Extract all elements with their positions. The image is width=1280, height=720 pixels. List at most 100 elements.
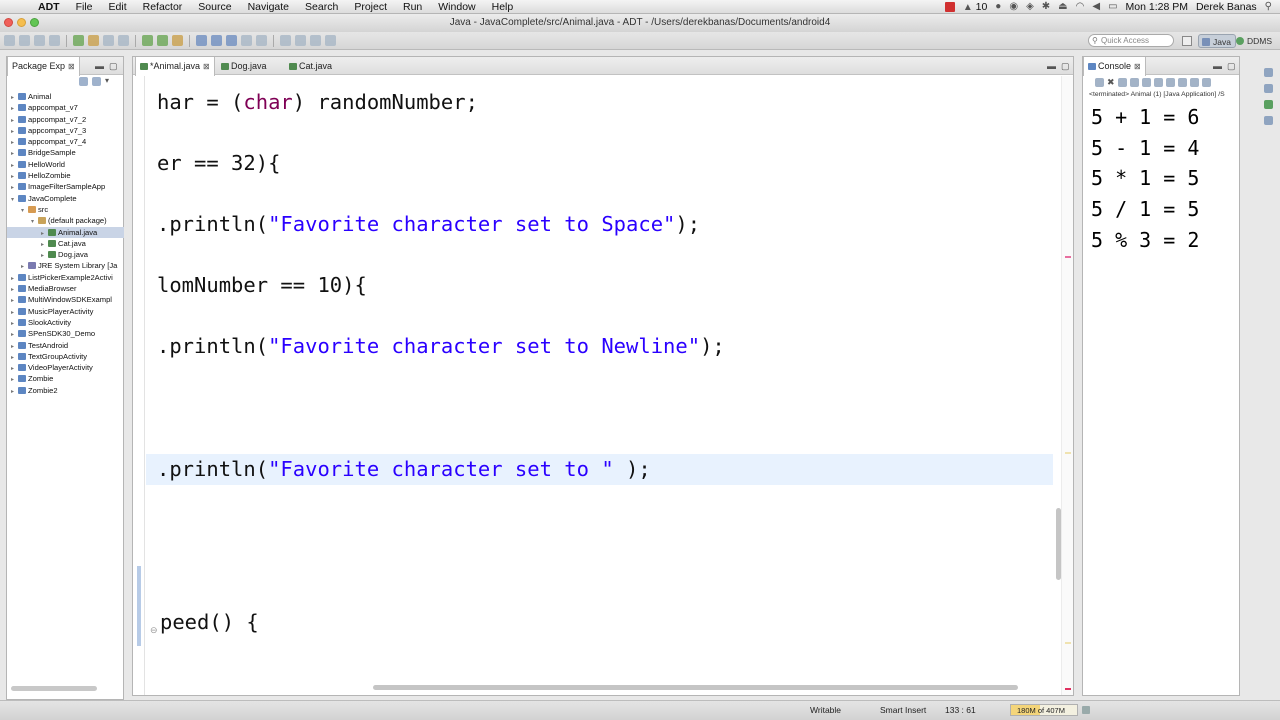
avd-manager-icon[interactable] (88, 35, 99, 46)
close-icon[interactable]: ⊠ (68, 62, 75, 71)
outline-view-icon[interactable] (1263, 84, 1273, 93)
expand-arrow-closed-icon[interactable]: ▸ (11, 183, 18, 192)
tree-item[interactable]: ▸ Cat.java (7, 238, 124, 249)
menu-window[interactable]: Window (430, 0, 483, 14)
menu-help[interactable]: Help (484, 0, 522, 14)
horizontal-scrollbar[interactable] (11, 686, 97, 691)
tree-item[interactable]: ▸ Zombie (7, 373, 124, 384)
scroll-lock-icon[interactable] (1141, 78, 1151, 87)
tree-item[interactable]: ▸ Zombie2 (7, 385, 124, 396)
run-icon[interactable] (157, 35, 168, 46)
code-line[interactable]: lomNumber == 10){ (157, 273, 367, 297)
tree-item[interactable]: ▸ SlookActivity (7, 317, 124, 328)
status-icon-4[interactable]: ✱ (1042, 1, 1050, 12)
tree-item[interactable]: ▸ appcompat_v7 (7, 102, 124, 113)
terminate-icon[interactable] (1095, 78, 1104, 87)
expand-arrow-closed-icon[interactable]: ▸ (11, 161, 18, 170)
maximize-view-icon[interactable]: ▢ (109, 61, 118, 72)
view-menu-icon[interactable] (1201, 78, 1211, 87)
menu-refactor[interactable]: Refactor (135, 0, 191, 14)
remove-all-terminated-icon[interactable] (1117, 78, 1127, 87)
expand-arrow-closed-icon[interactable]: ▸ (11, 93, 18, 102)
perspective-ddms-button[interactable]: DDMS (1233, 34, 1276, 48)
expand-arrow-closed-icon[interactable]: ▸ (11, 319, 18, 328)
tab-dog-java[interactable]: Dog.java (217, 57, 271, 75)
tab-console[interactable]: Console ⊠ (1083, 57, 1146, 76)
expand-arrow-open-icon[interactable]: ▾ (11, 195, 18, 204)
window-zoom-button[interactable] (30, 18, 39, 27)
window-close-button[interactable] (4, 18, 13, 27)
wifi-icon[interactable]: ◠ (1076, 1, 1085, 12)
expand-arrow-closed-icon[interactable]: ▸ (11, 274, 18, 283)
new-class-icon[interactable] (226, 35, 237, 46)
run-garbage-collector-icon[interactable] (1082, 706, 1090, 714)
tab-cat-java[interactable]: Cat.java (285, 57, 336, 75)
menubar-user[interactable]: Derek Banas (1196, 1, 1257, 13)
expand-arrow-closed-icon[interactable]: ▸ (11, 149, 18, 158)
menu-project[interactable]: Project (346, 0, 395, 14)
search-toolbar-icon[interactable] (256, 35, 267, 46)
menu-app-name[interactable]: ADT (30, 0, 68, 14)
tree-item[interactable]: ▸ TestAndroid (7, 340, 124, 351)
expand-arrow-open-icon[interactable]: ▾ (21, 206, 28, 215)
menu-search[interactable]: Search (297, 0, 346, 14)
heap-status[interactable]: 180M of 407M (1010, 704, 1078, 716)
tree-item[interactable]: ▸ Animal (7, 91, 124, 102)
collapse-all-icon[interactable] (79, 77, 88, 86)
code-line[interactable]: .println("Favorite character set to Spac… (157, 212, 700, 236)
code-line[interactable]: er == 32){ (157, 151, 280, 175)
debug-icon[interactable] (142, 35, 153, 46)
pin-console-icon[interactable] (1165, 78, 1175, 87)
new-package-icon[interactable] (211, 35, 222, 46)
maximize-view-icon[interactable]: ▢ (1061, 61, 1070, 72)
tree-item[interactable]: ▸ ImageFilterSampleApp (7, 181, 124, 192)
new-android-project-icon[interactable] (118, 35, 129, 46)
tab-package-explorer[interactable]: Package Exp ⊠ (7, 57, 80, 76)
expand-arrow-closed-icon[interactable]: ▸ (11, 387, 18, 396)
tree-item[interactable]: ▸ BridgeSample (7, 147, 124, 158)
minimize-view-icon[interactable]: ▬ (95, 61, 104, 71)
tree-item[interactable]: ▸ ListPickerExample2Activi (7, 272, 124, 283)
save-all-icon[interactable] (34, 35, 45, 46)
tree-item[interactable]: ▾ src (7, 204, 124, 215)
window-minimize-button[interactable] (17, 18, 26, 27)
expand-arrow-closed-icon[interactable]: ▸ (41, 251, 48, 260)
tree-item[interactable]: ▸ MultiWindowSDKExampl (7, 294, 124, 305)
expand-arrow-closed-icon[interactable]: ▸ (11, 138, 18, 147)
view-menu-icon[interactable]: ▾ (105, 77, 114, 86)
expand-arrow-closed-icon[interactable]: ▸ (11, 308, 18, 317)
tree-item[interactable]: ▸ appcompat_v7_4 (7, 136, 124, 147)
expand-arrow-closed-icon[interactable]: ▸ (11, 127, 18, 136)
notification-count[interactable]: ▲ 10 (963, 1, 987, 13)
task-list-icon[interactable] (1263, 100, 1273, 109)
menu-navigate[interactable]: Navigate (240, 0, 297, 14)
previous-annotation-icon[interactable] (295, 35, 306, 46)
code-line[interactable]: .println("Favorite character set to " ); (157, 457, 651, 481)
overview-ruler[interactable] (1061, 76, 1073, 695)
minimize-view-icon[interactable]: ▬ (1047, 61, 1056, 71)
tree-item[interactable]: ▸ TextGroupActivity (7, 351, 124, 362)
menu-file[interactable]: File (68, 0, 101, 14)
tree-item[interactable]: ▾ (default package) (7, 215, 124, 226)
open-console-icon[interactable] (1189, 78, 1199, 87)
problems-view-icon[interactable] (1263, 116, 1273, 125)
tree-item[interactable]: ▸ appcompat_v7_3 (7, 125, 124, 136)
link-with-editor-icon[interactable] (92, 77, 101, 86)
menu-edit[interactable]: Edit (101, 0, 135, 14)
expand-arrow-closed-icon[interactable]: ▸ (11, 353, 18, 362)
expand-arrow-closed-icon[interactable]: ▸ (11, 172, 18, 181)
menu-source[interactable]: Source (190, 0, 239, 14)
status-icon-2[interactable]: ◉ (1009, 1, 1018, 12)
tree-item[interactable]: ▸ JRE System Library [Ja (7, 260, 124, 271)
editor-gutter[interactable] (133, 76, 145, 695)
word-wrap-icon[interactable] (1153, 78, 1163, 87)
status-icon-3[interactable]: ◈ (1026, 1, 1034, 12)
back-icon[interactable] (310, 35, 321, 46)
perspective-java-button[interactable]: Java (1198, 34, 1236, 48)
android-sdk-manager-icon[interactable] (73, 35, 84, 46)
fold-collapse-icon[interactable]: ⊖ (150, 625, 158, 636)
open-perspective-icon[interactable] (1182, 36, 1192, 46)
tab-animal-java[interactable]: *Animal.java ⊠ (135, 57, 215, 76)
tree-item[interactable]: ▸ Animal.java (7, 226, 124, 238)
tree-item[interactable]: ▸ VideoPlayerActivity (7, 362, 124, 373)
